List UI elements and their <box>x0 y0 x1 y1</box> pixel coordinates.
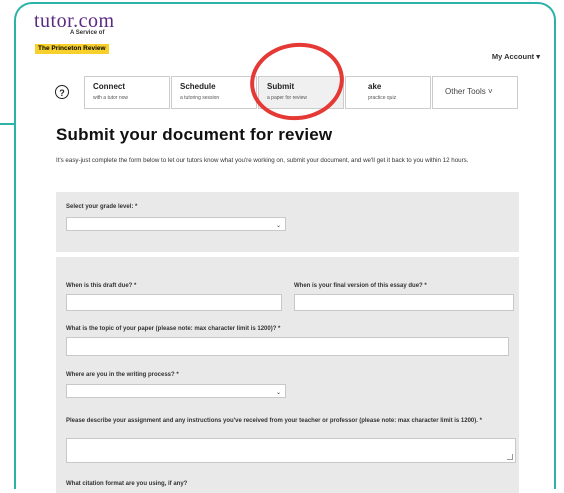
intro-text: It's easy-just complete the form below t… <box>56 157 469 164</box>
tab-other-tools[interactable]: Other Tools ˅ <box>432 76 518 109</box>
tutor-logo[interactable]: tutor.com A Service of The Princeton Rev… <box>34 10 115 55</box>
logo-partner: The Princeton Review <box>35 44 109 54</box>
help-icon[interactable]: ? <box>55 85 69 99</box>
final-due-input[interactable] <box>294 294 514 311</box>
tab-submit[interactable]: Submit a paper for review <box>258 76 344 109</box>
resize-handle-icon[interactable] <box>507 454 513 460</box>
assignment-label: Please describe your assignment and any … <box>66 418 482 424</box>
assignment-textarea[interactable] <box>66 438 516 463</box>
tab-schedule[interactable]: Schedule a tutoring session <box>171 76 257 109</box>
chevron-down-icon: ⌄ <box>275 223 281 229</box>
final-due-label: When is your final version of this essay… <box>294 283 427 289</box>
citation-label: What citation format are you using, if a… <box>66 481 188 487</box>
my-account-menu[interactable]: My Account ▾ <box>492 52 540 61</box>
page-title: Submit your document for review <box>56 125 333 144</box>
grade-label: Select your grade level: * <box>66 204 138 210</box>
tab-title: ake <box>368 82 382 91</box>
writing-process-label: Where are you in the writing process? * <box>66 372 179 378</box>
topic-input[interactable] <box>66 337 509 356</box>
tab-subtitle: practice quiz <box>368 95 397 101</box>
tab-take-quiz[interactable]: ake practice quiz <box>345 76 431 109</box>
draft-due-input[interactable] <box>66 294 282 311</box>
tab-title: Schedule <box>180 82 216 91</box>
tab-subtitle: with a tutor now <box>93 95 129 101</box>
topic-label: What is the topic of your paper (please … <box>66 326 281 332</box>
tab-title: Submit <box>267 82 295 91</box>
tab-title: Connect <box>93 82 125 91</box>
chevron-down-icon: ⌄ <box>275 390 281 396</box>
logo-wordmark: tutor.com <box>34 10 115 32</box>
tab-subtitle: a paper for review <box>267 95 308 101</box>
writing-process-select[interactable]: ⌄ <box>66 384 286 398</box>
tab-subtitle: a tutoring session <box>180 95 220 101</box>
main-nav: ? Connect with a tutor now Schedule a tu… <box>46 76 518 109</box>
tab-connect[interactable]: Connect with a tutor now <box>84 76 170 109</box>
details-panel: When is this draft due? * When is your f… <box>56 257 519 493</box>
grade-select[interactable]: ⌄ <box>66 217 286 231</box>
grade-panel: Select your grade level: * ⌄ <box>56 192 519 252</box>
draft-due-label: When is this draft due? * <box>66 283 137 289</box>
